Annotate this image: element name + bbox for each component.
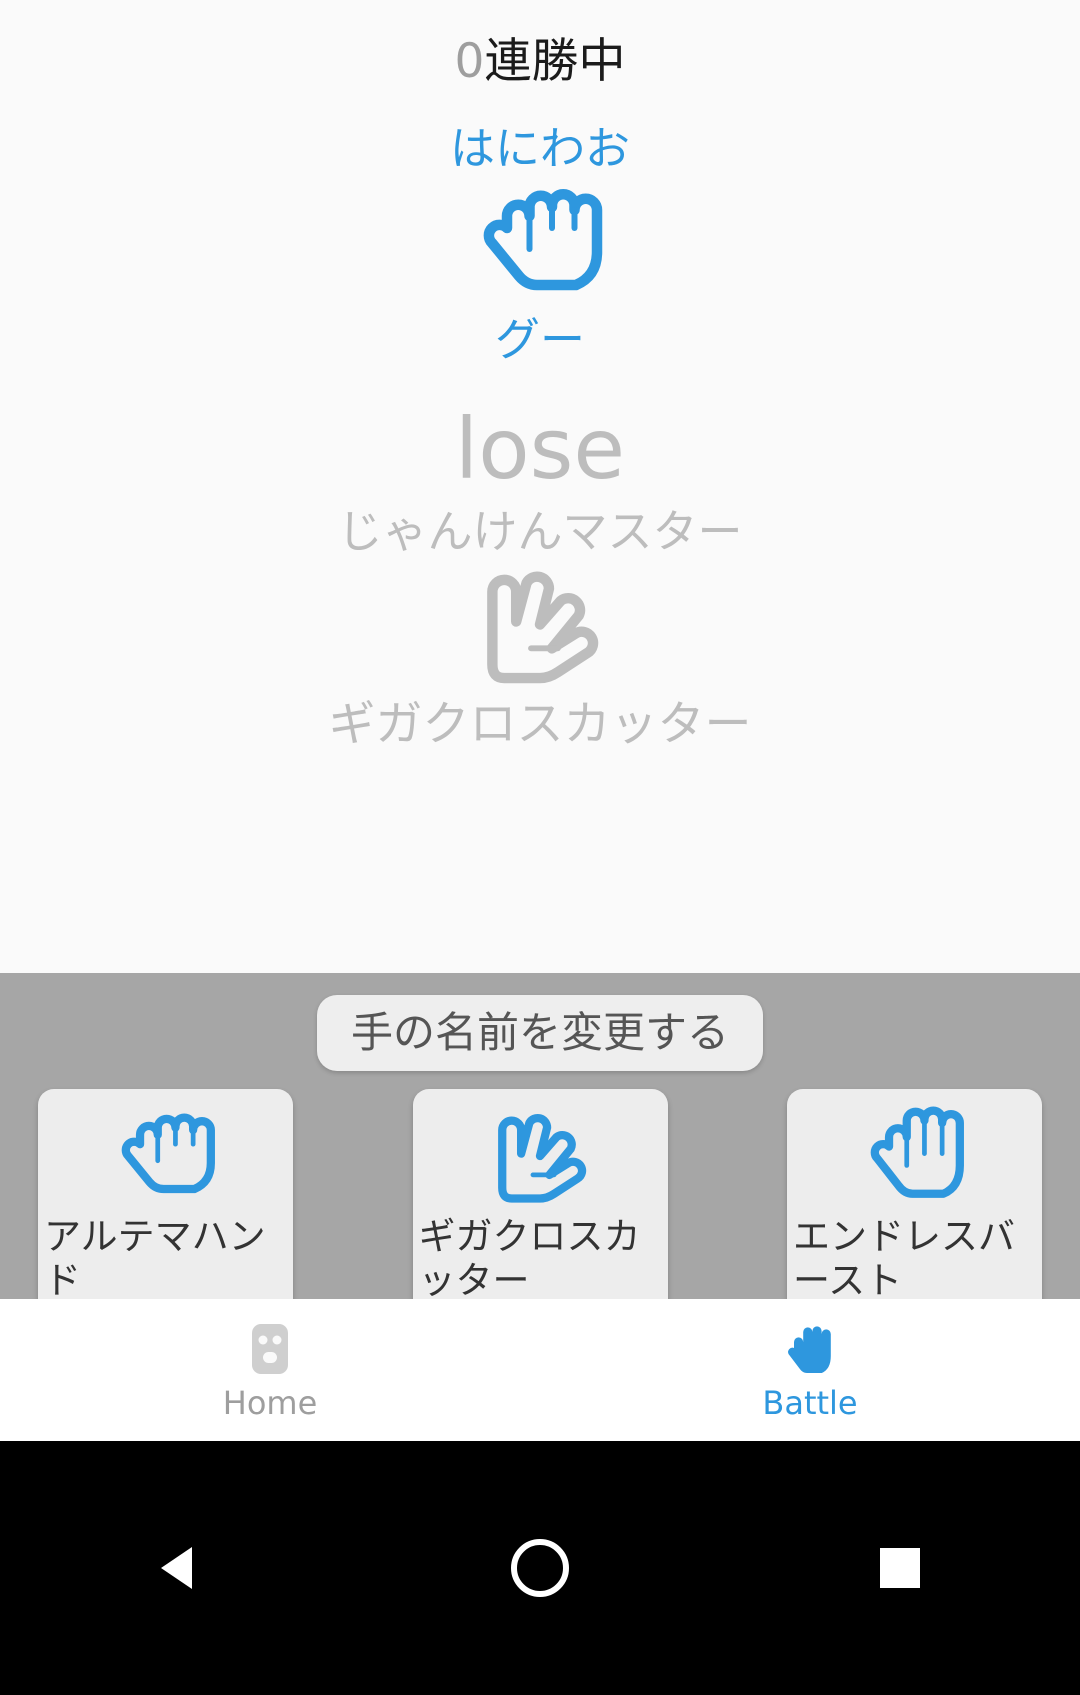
rename-hands-button[interactable]: 手の名前を変更する <box>316 995 763 1071</box>
streak-count: 0 <box>454 34 485 89</box>
nav-item-label: Home <box>222 1384 318 1423</box>
hand-card-label: アルテマハンド <box>44 1215 266 1302</box>
rock-hand-icon <box>107 1101 225 1211</box>
hand-choice-panel: 手の名前を変更する アルテマハンド ギガクロスカッター エンドレスバースト <box>0 973 1080 1324</box>
scissors-hand-icon <box>481 1101 599 1211</box>
app-root: 0連勝中 はにわお グー lose じゃんけんマスター ギガクロスカッター 手の… <box>0 0 1080 1695</box>
opponent-name: じゃんけんマスター <box>337 504 743 558</box>
home-icon <box>239 1318 301 1380</box>
home-circle-icon[interactable] <box>360 1535 720 1601</box>
hand-cards-row: アルテマハンド ギガクロスカッター エンドレスバースト <box>0 1089 1080 1324</box>
bottom-navigation: Home Battle <box>0 1299 1080 1441</box>
hand-card-scissors[interactable]: ギガクロスカッター <box>412 1089 668 1324</box>
paper-hand-icon <box>856 1101 974 1211</box>
scissors-hand-icon <box>465 562 615 691</box>
player-name: はにわお <box>449 121 630 175</box>
hand-card-paper[interactable]: エンドレスバースト <box>787 1089 1042 1324</box>
nav-item-label: Battle <box>762 1384 858 1423</box>
player-hand-label: グー <box>494 313 585 367</box>
hand-card-label: ギガクロスカッター <box>418 1215 641 1302</box>
streak-suffix: 連勝中 <box>484 34 626 89</box>
streak-counter: 0連勝中 <box>455 36 626 88</box>
back-triangle-icon[interactable] <box>0 1539 360 1597</box>
battle-hand-icon <box>779 1318 841 1380</box>
nav-item-home[interactable]: Home <box>0 1299 540 1441</box>
android-system-bar <box>0 1441 1080 1695</box>
result-text: lose <box>454 399 626 498</box>
recents-square-icon[interactable] <box>720 1542 1080 1594</box>
nav-item-battle[interactable]: Battle <box>540 1299 1080 1441</box>
battle-area: 0連勝中 はにわお グー lose じゃんけんマスター ギガクロスカッター <box>0 0 1080 973</box>
rock-hand-icon <box>465 183 615 307</box>
opponent-hand-label: ギガクロスカッター <box>328 697 752 753</box>
hand-card-label: エンドレスバースト <box>793 1215 1015 1302</box>
hand-card-rock[interactable]: アルテマハンド <box>38 1089 293 1324</box>
